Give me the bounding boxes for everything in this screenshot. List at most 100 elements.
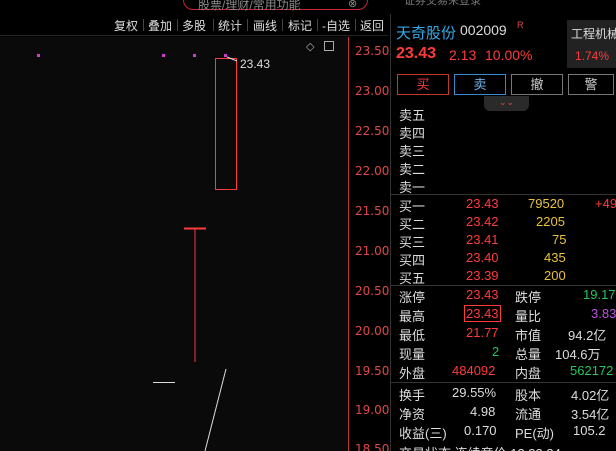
stats-row: 涨停 23.43 跌停 19.17 [391, 286, 616, 305]
inner-volume-value: 562172 [570, 363, 614, 378]
stats-row: 最低 21.77 市值 94.2亿 [391, 324, 616, 343]
axis-label: 20.50 [355, 284, 390, 298]
stat-label: 股本 [515, 388, 542, 403]
high-value: 23.43 [464, 305, 501, 322]
toolbar-multi-stock-button[interactable]: 多股 [182, 17, 206, 34]
diamond-icon[interactable]: ◇ [306, 40, 314, 53]
toolbar-overlay-button[interactable]: 叠加 [148, 17, 172, 34]
sell-row: 卖三 [391, 140, 616, 159]
financing-mark: R [517, 20, 524, 30]
axis-label: 22.50 [355, 124, 390, 138]
stat-label: 涨停 [399, 290, 426, 305]
axis-label: 21.00 [355, 244, 390, 258]
toolbar-mark-button[interactable]: 标记 [288, 17, 312, 34]
toolbar-back-button[interactable]: 返回 [360, 17, 384, 34]
current-volume-value: 2 [492, 344, 500, 359]
stat-label: PE(动) [515, 426, 555, 441]
share-capital-value: 4.02亿 [571, 388, 610, 403]
cancel-order-button[interactable]: 撤 [511, 74, 563, 95]
sell-row: 卖五 [391, 104, 616, 123]
stat-label: 内盘 [515, 366, 542, 381]
price-change-pct: 10.00% [485, 47, 533, 63]
toolbar-draw-line-button[interactable]: 画线 [253, 17, 277, 34]
stats-row: 净资 4.98 流通 3.54亿 [391, 403, 616, 422]
kline-chart[interactable]: 23.43 [0, 37, 348, 451]
buy-button[interactable]: 买 [397, 74, 449, 95]
stat-label: 收益(三) [399, 426, 447, 441]
chart-toolbar: 复权 叠加 多股 统计 画线 标记 -自选 返回 [0, 14, 388, 36]
login-status[interactable]: 证券交易未登录 [404, 0, 481, 8]
eps-value: 0.170 [464, 423, 497, 438]
toolbar-separator [143, 19, 144, 31]
stock-name[interactable]: 天奇股份 [396, 22, 456, 43]
limit-up-value: 23.43 [466, 287, 499, 302]
axis-label: 23.50 [355, 44, 390, 58]
axis-label: 19.00 [355, 403, 390, 417]
toolbar-separator [177, 19, 178, 31]
quote-panel: 天奇股份 002009 R 23.43 2.13 10.00% 工程机械 1.7… [390, 14, 616, 451]
buy-volume: 435 [544, 250, 566, 265]
buy-row: 买五 23.39 200 [391, 267, 616, 286]
buy-row: 买二 23.42 2205 [391, 213, 616, 232]
turnover-value: 29.55% [452, 385, 497, 400]
sector-box[interactable]: 工程机械 1.74% [567, 20, 616, 68]
sell-row: 卖一 [391, 176, 616, 195]
axis-label: 18.50 [355, 442, 390, 451]
stats-row: 换手 29.55% 股本 4.02亿 [391, 384, 616, 403]
buy-volume: 200 [544, 268, 566, 283]
axis-label: 19.50 [355, 364, 390, 378]
current-price: 23.43 [396, 45, 437, 62]
stat-label: 外盘 [399, 366, 426, 381]
stat-label: 量比 [515, 309, 542, 324]
stat-label: 市值 [515, 328, 542, 343]
search-input[interactable]: 股票/理财/常用功能 [183, 0, 368, 12]
toolbar-separator [317, 19, 318, 31]
toolbar-fuquan-button[interactable]: 复权 [114, 17, 138, 34]
outer-volume-value: 484092 [452, 363, 496, 378]
top-bar: 股票/理财/常用功能 ⊗ 证券交易未登录 [0, 0, 616, 12]
stat-label: 最低 [399, 328, 426, 343]
marker-dot [193, 54, 196, 57]
volume-ratio-value: 3.83 [591, 306, 616, 321]
stat-label: 最高 [399, 309, 426, 324]
stat-label: 流通 [515, 407, 542, 422]
candle-latest [215, 58, 237, 190]
sector-name: 工程机械 [571, 27, 616, 41]
axis-label: 23.00 [355, 84, 390, 98]
net-asset-value: 4.98 [470, 404, 496, 419]
stat-label: 总量 [515, 347, 542, 362]
marker-dot [37, 54, 40, 57]
toolbar-separator [282, 19, 283, 31]
buy-price: 23.41 [466, 232, 499, 247]
sector-pct: 1.74% [575, 49, 610, 63]
buy-volume: 2205 [536, 214, 565, 229]
toolbar-separator [355, 19, 356, 31]
low-value: 21.77 [466, 325, 499, 340]
stat-label: 现量 [399, 347, 426, 362]
axis-label: 20.00 [355, 324, 390, 338]
window-toggle-icon[interactable] [324, 41, 334, 51]
market-cap-value: 94.2亿 [568, 328, 607, 343]
buy-price: 23.40 [466, 250, 499, 265]
buy-row: 买三 23.41 75 [391, 231, 616, 250]
alert-button[interactable]: 警 [568, 74, 614, 95]
sell-button[interactable]: 卖 [454, 74, 506, 95]
divider [391, 382, 616, 383]
price-change: 2.13 [449, 47, 477, 63]
buy-volume: 79520 [528, 196, 565, 211]
limit-down-value: 19.17 [583, 287, 616, 302]
close-icon[interactable]: ⊗ [348, 0, 357, 10]
sell-row: 卖二 [391, 158, 616, 177]
stats-row: 外盘 484092 内盘 562172 [391, 362, 616, 381]
stats-row: 最高 23.43 量比 3.83 [391, 305, 616, 324]
total-volume-value: 104.6万 [555, 347, 601, 362]
buy-extra: +49 [595, 196, 616, 211]
toolbar-stats-button[interactable]: 统计 [218, 17, 242, 34]
sell-row: 卖四 [391, 122, 616, 141]
trade-status: 交易状态 连续竞价 13:32:34 [399, 443, 561, 451]
stats-row: 现量 2 总量 104.6万 [391, 343, 616, 362]
toolbar-remove-watchlist-button[interactable]: -自选 [322, 17, 350, 34]
stat-label: 换手 [399, 388, 426, 403]
marker-dot [224, 54, 227, 57]
price-axis: 23.50 23.00 22.50 22.00 21.50 21.00 20.5… [348, 37, 390, 451]
